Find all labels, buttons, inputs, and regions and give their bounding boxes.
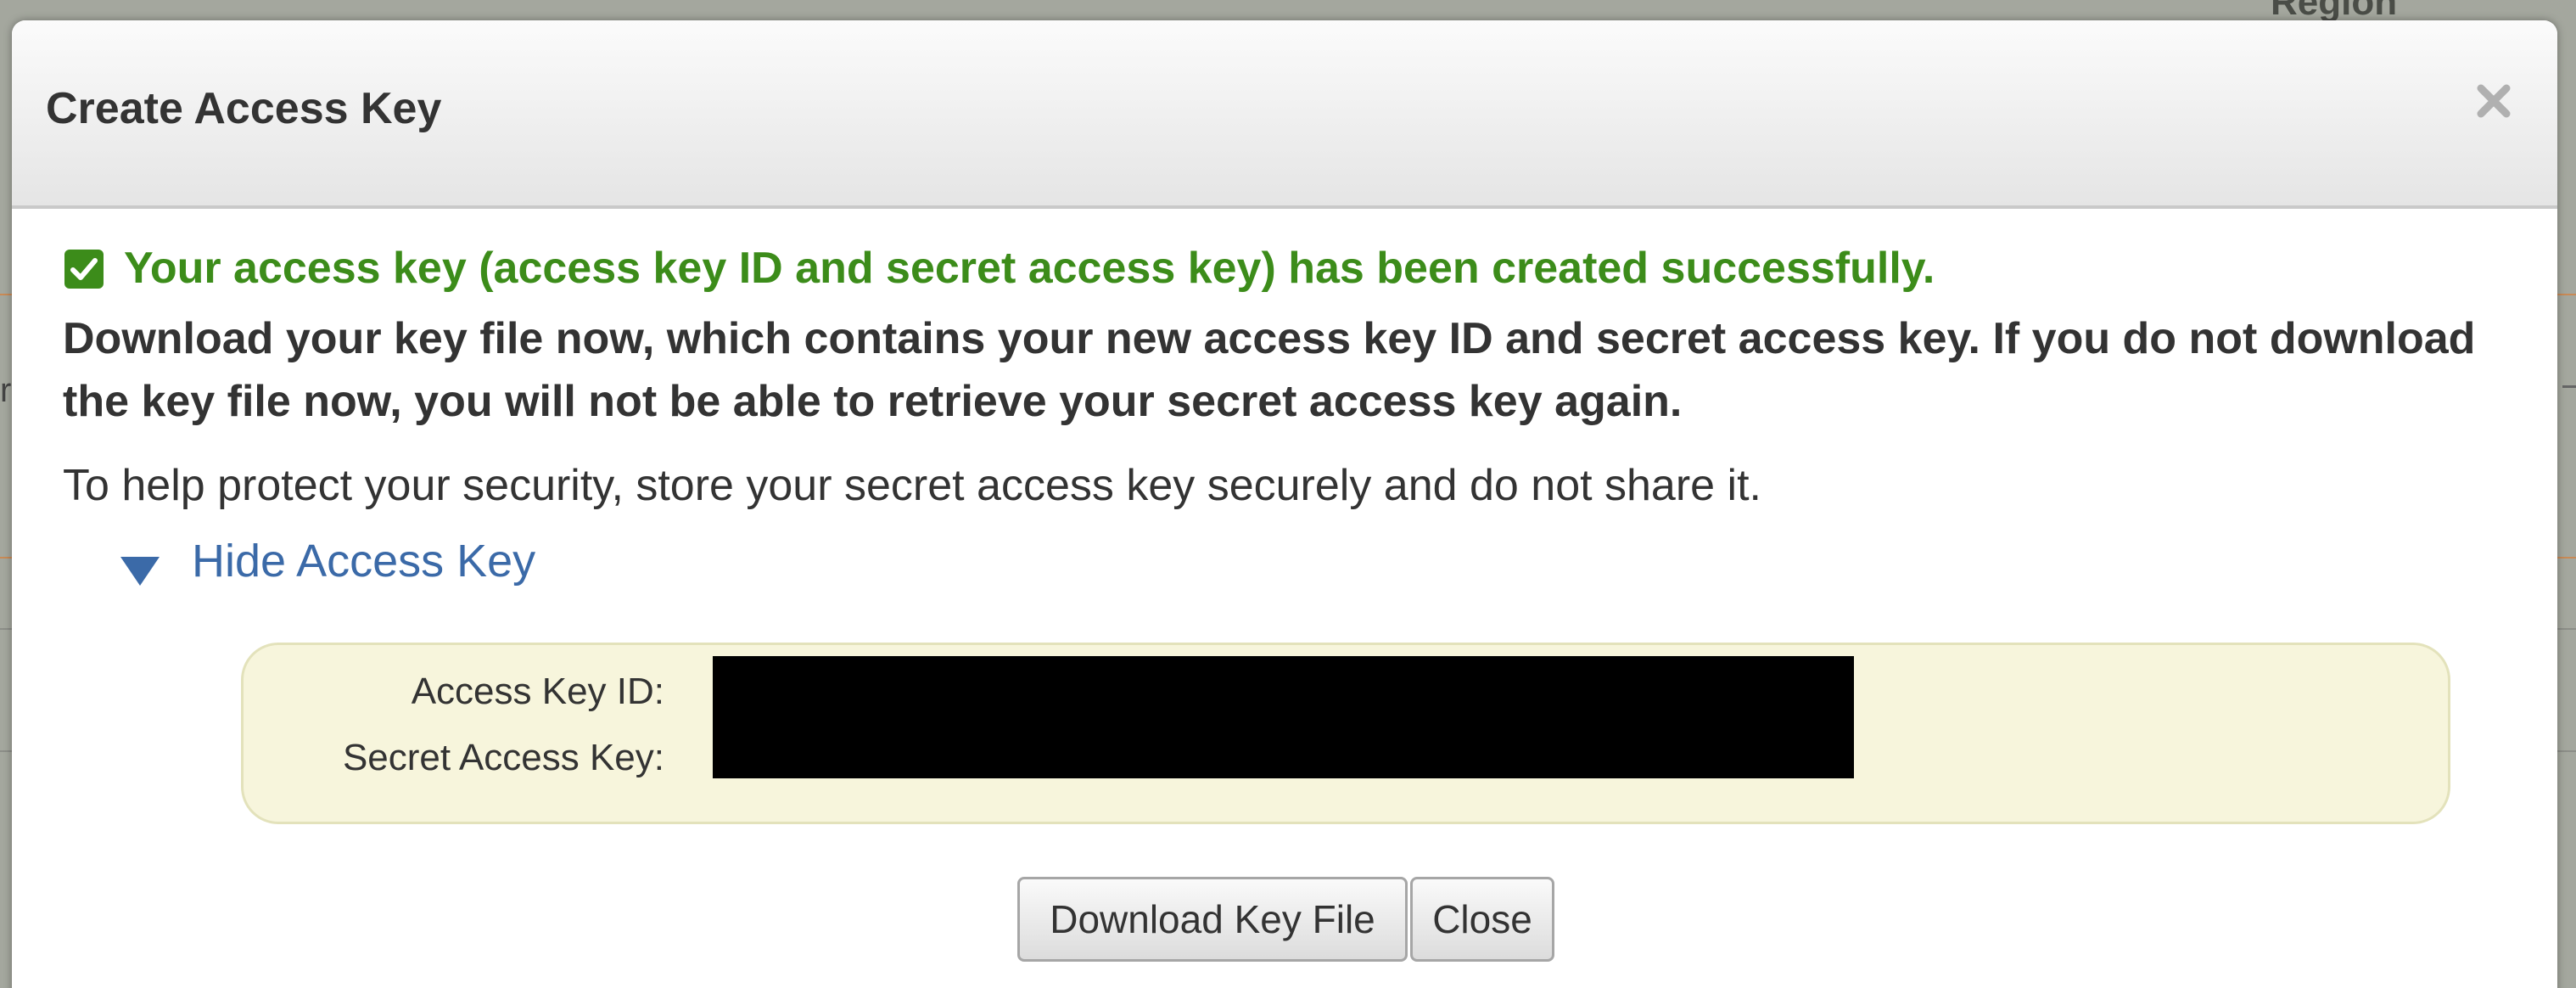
hide-access-key-link[interactable]: Hide Access Key <box>192 535 535 587</box>
dialog-title: Create Access Key <box>46 84 442 133</box>
background-dash <box>2562 385 2576 388</box>
secret-access-key-label: Secret Access Key: <box>342 737 664 778</box>
close-x-icon[interactable] <box>2472 80 2520 127</box>
background-text-fragment: r <box>0 372 12 409</box>
download-warning: Download your key file now, which contai… <box>63 314 2476 426</box>
triangle-down-icon <box>120 557 160 586</box>
download-key-file-button[interactable]: Download Key File <box>1017 877 1408 962</box>
create-access-key-dialog: Create Access Key Your access key (acces… <box>12 20 2557 988</box>
close-button[interactable]: Close <box>1410 877 1554 962</box>
access-key-panel: Access Key ID: Secret Access Key: <box>241 643 2450 824</box>
security-note: To help protect your security, store you… <box>63 461 1761 510</box>
success-text: Your access key (access key ID and secre… <box>124 244 1935 293</box>
dialog-header: Create Access Key <box>12 20 2557 209</box>
access-key-id-label: Access Key ID: <box>411 671 664 712</box>
redacted-key-values <box>713 656 1854 778</box>
checkbox-checked-icon <box>64 250 104 289</box>
